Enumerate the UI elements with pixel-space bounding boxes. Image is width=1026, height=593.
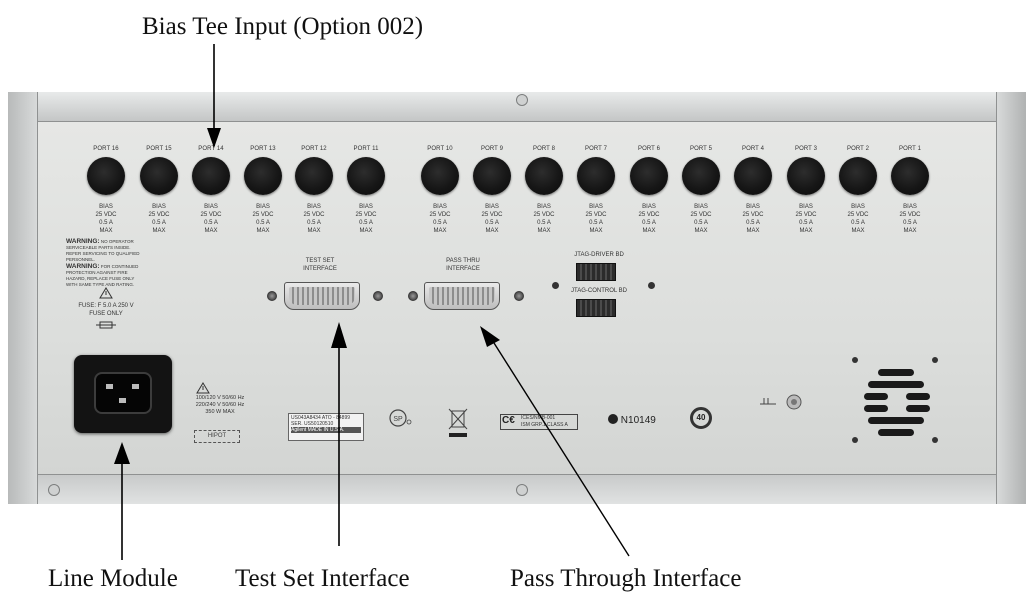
arrow-bias-tee [207,44,221,148]
figure: Bias Tee Input (Option 002) Line Module … [0,0,1026,593]
callout-arrows [114,44,630,560]
arrow-pass-through [480,326,630,557]
arrow-test-set [331,322,347,546]
arrow-line-module [114,442,130,560]
